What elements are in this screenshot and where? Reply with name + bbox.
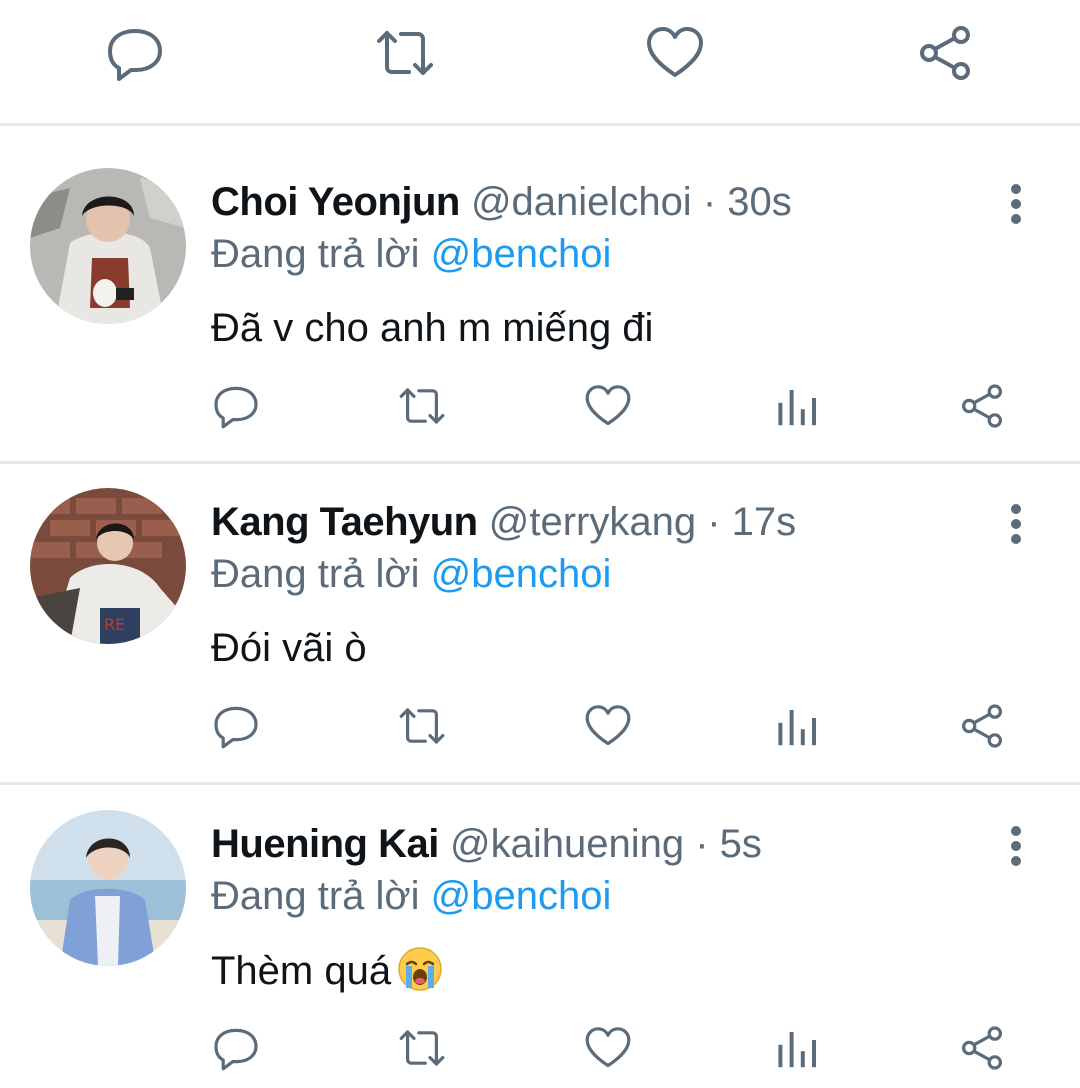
retweet-icon [399,1030,445,1066]
share-icon [962,384,1002,428]
more-vertical-icon [1011,826,1021,866]
reply-button[interactable] [208,698,264,754]
retweet-icon [399,708,445,744]
timestamp[interactable]: 30s [727,180,792,224]
tweet-text: Đói vãi ò [211,626,367,670]
like-icon [585,705,631,746]
share-button[interactable] [914,22,976,84]
like-button[interactable] [644,22,706,84]
retweet-button[interactable] [394,698,450,754]
tweet-header: Choi Yeonjun @danielchoi · 30s [211,178,792,226]
like-button[interactable] [580,1020,636,1076]
reply-button[interactable] [208,1020,264,1076]
replying-to-label: Đang trả lời [211,232,420,276]
tweet-text: Đã v cho anh m miếng đi [211,306,654,350]
separator: · [707,500,721,544]
reply-tweet[interactable]: Huening Kai @kaihuening · 5s Đang trả lờ… [0,768,1080,1086]
parent-tweet-actions [0,0,1080,124]
mention-link[interactable]: @benchoi [431,552,612,596]
avatar-image [30,810,186,966]
retweet-icon [377,31,433,75]
reply-tweet[interactable]: Choi Yeonjun @danielchoi · 30s Đang trả … [0,126,1080,444]
separator: · [702,180,717,224]
like-icon [585,385,631,426]
replying-to-label: Đang trả lời [211,552,420,596]
avatar-image [30,168,186,324]
tweet-text-wrap: Thèm quá [211,946,443,995]
replying-to: Đang trả lời @benchoi [211,550,611,598]
reply-icon [214,706,258,749]
reply-button[interactable] [104,22,166,84]
analytics-button[interactable] [768,378,824,434]
reply-icon [214,1028,258,1071]
display-name[interactable]: Huening Kai [211,822,439,866]
timestamp[interactable]: 17s [732,500,797,544]
avatar[interactable] [30,168,186,324]
replying-to: Đang trả lời @benchoi [211,230,611,278]
tweet-header: Huening Kai @kaihuening · 5s [211,820,762,868]
avatar[interactable] [30,810,186,966]
more-options-button[interactable] [996,494,1036,554]
user-handle[interactable]: @terrykang [489,500,696,544]
more-vertical-icon [1011,504,1021,544]
share-button[interactable] [954,378,1010,434]
tweet-header: Kang Taehyun @terrykang · 17s [211,498,796,546]
replying-to: Đang trả lời @benchoi [211,872,611,920]
user-handle[interactable]: @kaihuening [450,822,684,866]
analytics-icon [778,1032,816,1068]
more-options-button[interactable] [996,174,1036,234]
share-icon [962,704,1002,748]
like-icon [647,27,703,77]
display-name[interactable]: Kang Taehyun [211,500,478,544]
reply-icon [214,386,258,429]
tweet-text: Thèm quá [211,949,392,993]
reply-button[interactable] [208,378,264,434]
avatar-image: RE [30,488,186,644]
share-button[interactable] [954,1020,1010,1076]
like-icon [585,1027,631,1068]
display-name[interactable]: Choi Yeonjun [211,180,460,224]
separator: · [695,822,709,866]
reply-icon [108,29,162,81]
retweet-button[interactable] [394,378,450,434]
replying-to-label: Đang trả lời [211,874,420,918]
more-vertical-icon [1011,184,1021,224]
avatar[interactable]: RE [30,488,186,644]
retweet-button[interactable] [374,22,436,84]
reply-tweet[interactable]: RE Kang Taehyun @terrykang · 17s Đang tr… [0,446,1080,764]
analytics-button[interactable] [768,1020,824,1076]
analytics-button[interactable] [768,698,824,754]
more-options-button[interactable] [996,816,1036,876]
mention-link[interactable]: @benchoi [431,874,612,918]
user-handle[interactable]: @danielchoi [471,180,692,224]
share-icon [920,26,970,80]
like-button[interactable] [580,698,636,754]
share-button[interactable] [954,698,1010,754]
like-button[interactable] [580,378,636,434]
mention-link[interactable]: @benchoi [431,232,612,276]
analytics-icon [778,390,816,426]
share-icon [962,1026,1002,1070]
loudly-crying-face-icon [398,947,442,991]
timestamp[interactable]: 5s [720,822,762,866]
svg-text:RE: RE [104,615,125,634]
retweet-button[interactable] [394,1020,450,1076]
analytics-icon [778,710,816,746]
retweet-icon [399,388,445,424]
